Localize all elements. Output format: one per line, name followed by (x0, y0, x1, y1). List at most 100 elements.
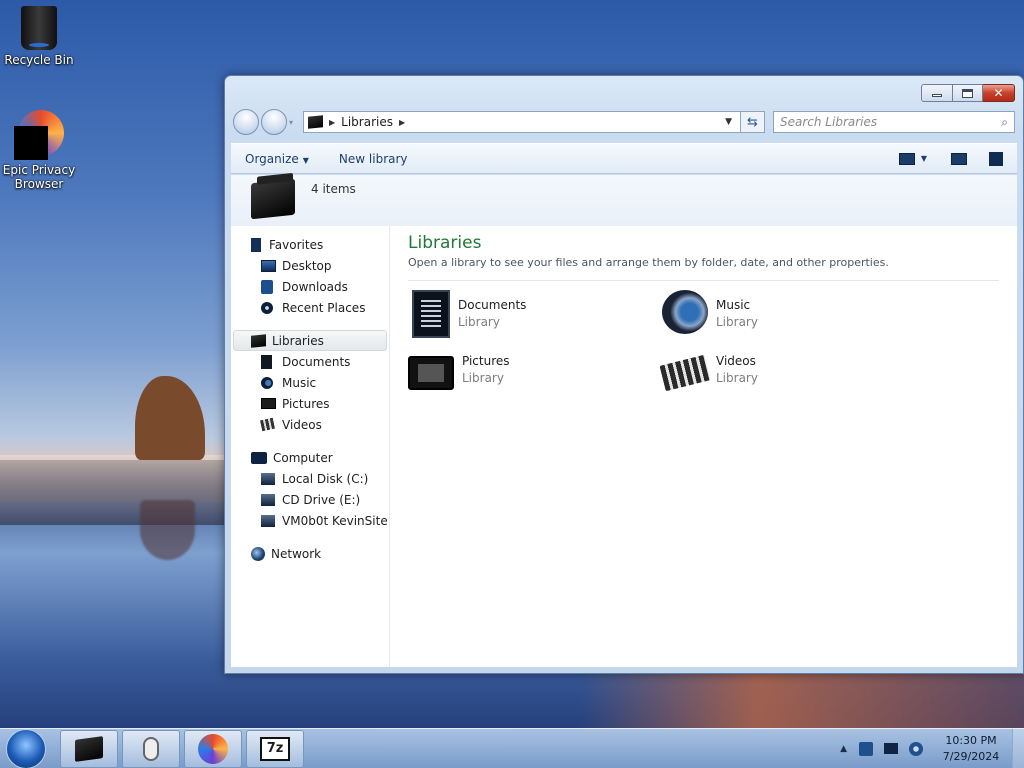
help-icon[interactable] (989, 151, 1003, 166)
taskbar: 7z ▲ 10:30 PM 7/29/2024 (0, 728, 1024, 768)
library-name: Music (716, 298, 751, 312)
search-icon[interactable]: ⌕ (1001, 115, 1008, 130)
videos-icon (259, 417, 276, 432)
music-library-icon (662, 290, 708, 334)
computer-icon (251, 451, 267, 464)
documents-icon (261, 354, 272, 369)
taskbar-epic-browser[interactable] (184, 729, 242, 768)
nav-local-disk[interactable]: Local Disk (C:) (231, 468, 389, 489)
organize-button[interactable]: Organize ▼ (245, 152, 309, 166)
hard-disk-icon (261, 472, 275, 485)
libraries-icon (308, 115, 323, 129)
chevron-down-icon: ▼ (302, 155, 309, 165)
music-icon (261, 376, 273, 389)
show-desktop-button[interactable] (1012, 728, 1024, 768)
window-body: Favorites Desktop Downloads Recent Place… (231, 226, 1017, 667)
libraries-large-icon (251, 178, 295, 220)
breadcrumb-separator-icon[interactable]: ▶ (399, 118, 405, 127)
clock-date: 7/29/2024 (942, 749, 1000, 763)
back-button[interactable] (233, 109, 259, 135)
refresh-icon: ⇆ (747, 114, 758, 130)
nav-desktop[interactable]: Desktop (231, 255, 389, 276)
desktop-icon-label: Epic Privacy Browser (2, 163, 76, 191)
new-library-button[interactable]: New library (339, 152, 408, 166)
recent-places-icon (261, 301, 273, 314)
breadcrumb-libraries[interactable]: Libraries (341, 115, 393, 129)
network-drive-icon (261, 514, 275, 527)
library-tile-pictures[interactable]: Pictures Library (408, 346, 648, 398)
navigation-pane: Favorites Desktop Downloads Recent Place… (231, 226, 390, 667)
volume-icon[interactable] (909, 741, 923, 756)
nav-downloads[interactable]: Downloads (231, 276, 389, 297)
taskbar-7zip[interactable]: 7z (246, 729, 304, 768)
library-name: Documents (458, 298, 527, 312)
library-tile-music[interactable]: Music Library (662, 290, 902, 342)
breadcrumb-separator-icon[interactable]: ▶ (329, 118, 335, 127)
desktop-wallpaper-sunset (580, 672, 1024, 730)
nav-libraries[interactable]: Libraries (233, 330, 387, 351)
library-type: Library (716, 371, 758, 385)
explorer-window: ✕ ▾ ▶ Libraries ▶ ▼ ⇆ Search Libraries ⌕… (224, 75, 1024, 674)
refresh-button[interactable]: ⇆ (741, 111, 765, 133)
cd-drive-icon (261, 493, 275, 506)
7zip-icon: 7z (260, 736, 290, 761)
nav-documents[interactable]: Documents (231, 351, 389, 372)
nav-music[interactable]: Music (231, 372, 389, 393)
network-status-icon[interactable] (884, 743, 898, 754)
videos-library-icon (659, 354, 711, 392)
recycle-bin-icon (21, 6, 57, 50)
nav-network-share[interactable]: VM0b0t KevinSite (231, 510, 389, 531)
preview-pane-icon[interactable] (951, 152, 967, 165)
library-name: Videos (716, 354, 756, 368)
close-button[interactable]: ✕ (983, 84, 1015, 102)
close-icon: ✕ (993, 86, 1004, 100)
navigation-bar: ▾ ▶ Libraries ▶ ▼ ⇆ Search Libraries ⌕ (233, 109, 1015, 135)
start-button[interactable] (6, 728, 46, 768)
page-title: Libraries (408, 233, 482, 253)
network-globe-icon (251, 546, 265, 561)
recent-pages-dropdown[interactable]: ▾ (289, 118, 299, 127)
documents-library-icon (412, 290, 450, 338)
address-dropdown-icon[interactable]: ▼ (725, 117, 732, 127)
favorites-star-icon (251, 237, 261, 252)
desktop-icon-epic-browser[interactable]: Epic Privacy Browser (1, 110, 77, 191)
action-center-icon[interactable] (859, 741, 873, 756)
content-pane: Libraries Open a library to see your fil… (390, 226, 1017, 667)
forward-button[interactable] (261, 109, 287, 135)
desktop-icon-label: Recycle Bin (4, 53, 74, 67)
show-hidden-icons-button[interactable]: ▲ (840, 744, 847, 754)
nav-network[interactable]: Network (231, 543, 389, 564)
system-clock[interactable]: 10:30 PM 7/29/2024 (934, 733, 1008, 765)
taskbar-mouse[interactable] (122, 729, 180, 768)
clock-time: 10:30 PM (945, 733, 997, 747)
address-bar[interactable]: ▶ Libraries ▶ ▼ (303, 111, 741, 133)
maximize-button[interactable] (953, 84, 983, 102)
search-input[interactable]: Search Libraries ⌕ (773, 111, 1015, 133)
item-count: 4 items (311, 182, 356, 196)
nav-computer[interactable]: Computer (231, 447, 389, 468)
details-header: 4 items (231, 175, 1017, 226)
nav-cd-drive[interactable]: CD Drive (E:) (231, 489, 389, 510)
library-name: Pictures (462, 354, 510, 368)
library-type: Library (716, 315, 758, 329)
pictures-icon (261, 398, 276, 409)
notification-area: ▲ 10:30 PM 7/29/2024 (840, 728, 1024, 768)
minimize-button[interactable] (921, 84, 953, 102)
nav-videos[interactable]: Videos (231, 414, 389, 435)
caption-buttons: ✕ (921, 84, 1015, 102)
change-view-icon[interactable] (898, 152, 915, 165)
nav-pictures[interactable]: Pictures (231, 393, 389, 414)
library-type: Library (462, 371, 504, 385)
taskbar-explorer[interactable] (60, 729, 118, 768)
nav-recent-places[interactable]: Recent Places (231, 297, 389, 318)
nav-favorites[interactable]: Favorites (231, 234, 389, 255)
explorer-libraries-icon (75, 735, 103, 762)
desktop-wallpaper-glow (0, 455, 230, 525)
view-options-dropdown[interactable]: ▼ (921, 154, 927, 163)
desktop-icon-recycle-bin[interactable]: Recycle Bin (1, 6, 77, 67)
library-tile-videos[interactable]: Videos Library (659, 346, 902, 398)
pictures-library-icon (408, 356, 454, 390)
library-tile-documents[interactable]: Documents Library (408, 290, 648, 342)
epic-browser-icon (14, 110, 64, 160)
libraries-icon (251, 333, 266, 348)
